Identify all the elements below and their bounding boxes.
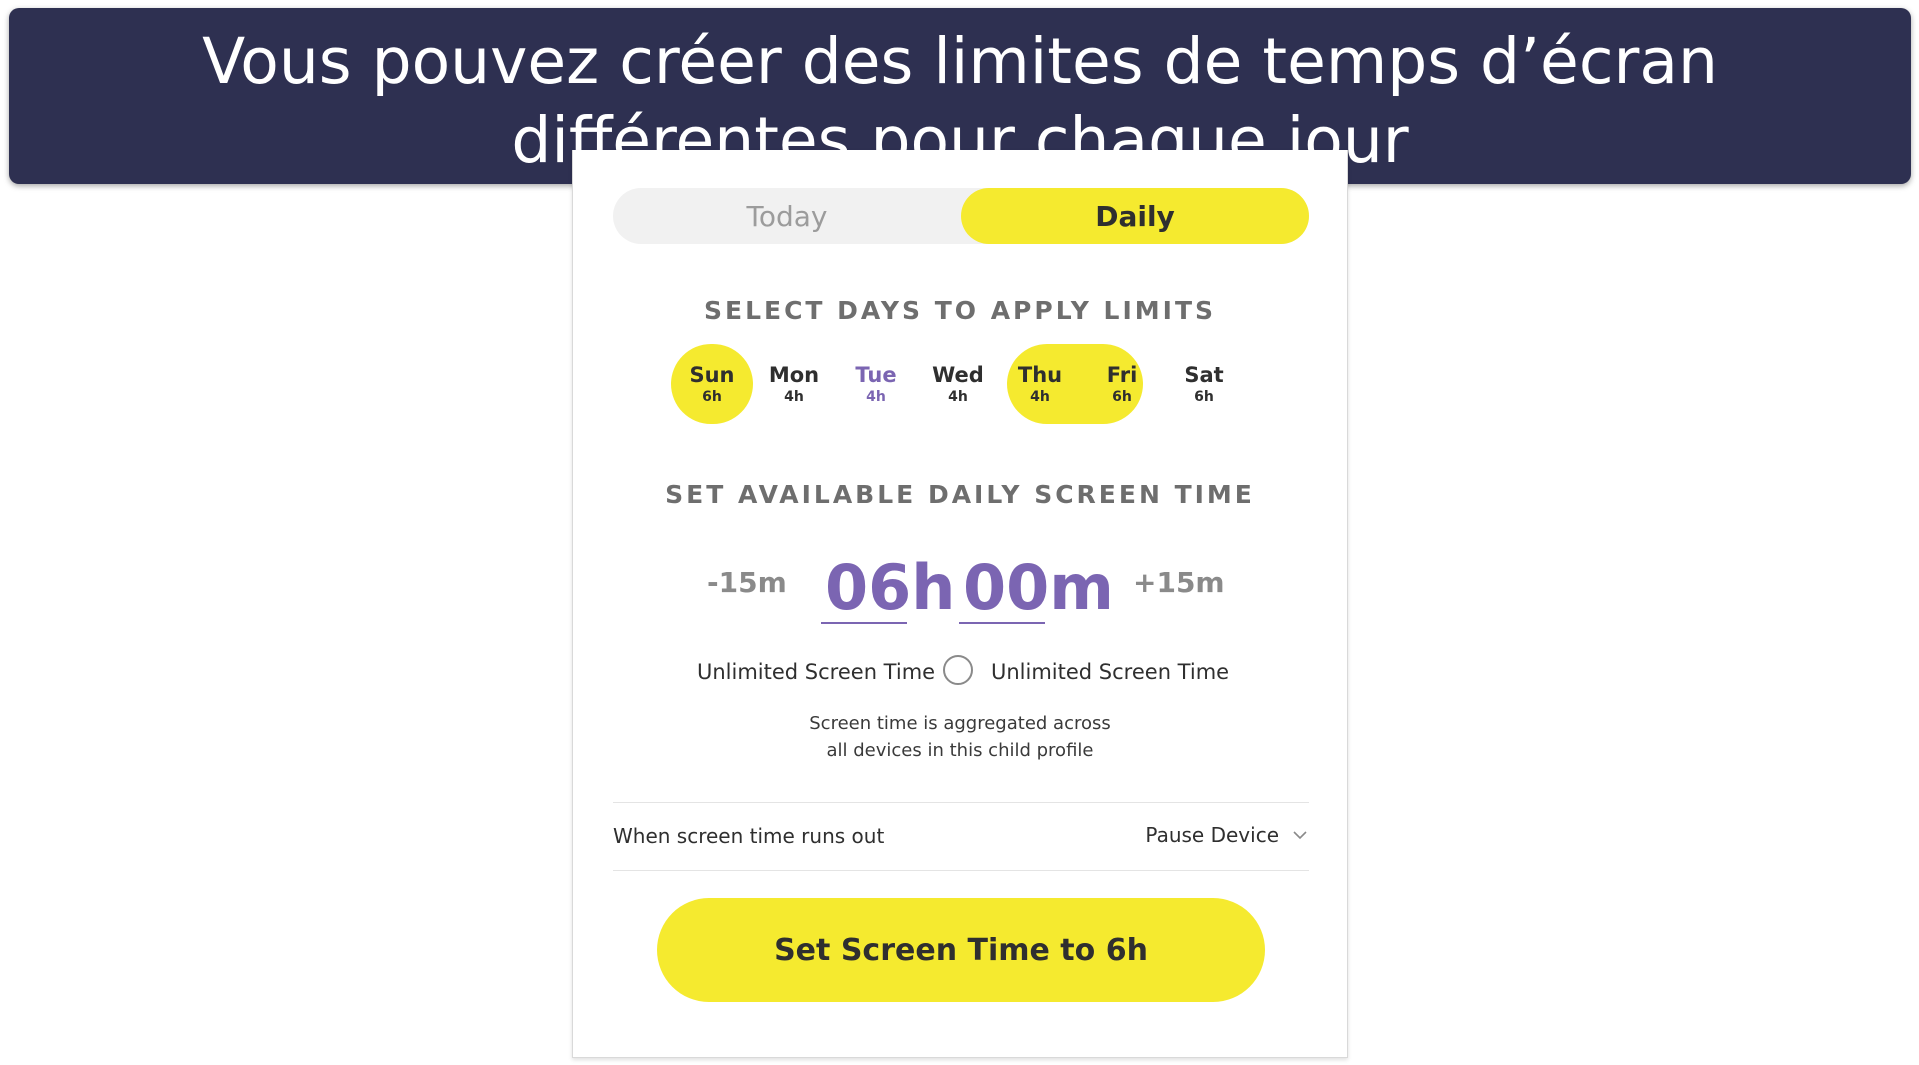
divider-top: [613, 802, 1309, 803]
tab-daily[interactable]: Daily: [961, 188, 1309, 244]
day-name: Fri: [1106, 363, 1138, 387]
caption-line-1: Vous pouvez créer des limites de temps d…: [202, 25, 1718, 98]
day-hours: 4h: [784, 389, 804, 405]
day-hours: 4h: [866, 389, 886, 405]
decrease-15m-button[interactable]: -15m: [707, 566, 787, 599]
day-hours: 6h: [702, 389, 722, 405]
screen-time-card: Today Daily SELECT DAYS TO APPLY LIMITS …: [572, 150, 1348, 1058]
day-name: Sun: [689, 363, 735, 387]
day-sat[interactable]: Sat 6h: [1163, 344, 1245, 424]
day-hours: 4h: [948, 389, 968, 405]
unlimited-label-right: Unlimited Screen Time: [991, 660, 1230, 684]
day-hours: 4h: [1030, 389, 1050, 405]
day-name: Tue: [855, 363, 897, 387]
mode-toggle: Today Daily: [613, 188, 1309, 244]
hours-input[interactable]: 06h: [825, 548, 955, 628]
day-name: Wed: [932, 363, 984, 387]
select-days-title: SELECT DAYS TO APPLY LIMITS: [703, 296, 1217, 325]
day-fri[interactable]: Fri 6h: [1081, 344, 1163, 424]
divider-bottom: [613, 870, 1309, 871]
day-mon[interactable]: Mon 4h: [753, 344, 835, 424]
minutes-input[interactable]: 00m: [963, 548, 1114, 628]
day-sun[interactable]: Sun 6h: [671, 344, 753, 424]
day-name: Thu: [1017, 363, 1063, 387]
runout-label: When screen time runs out: [613, 824, 885, 848]
day-name: Mon: [768, 363, 820, 387]
day-tue[interactable]: Tue 4h: [835, 344, 917, 424]
set-screen-time-button[interactable]: Set Screen Time to 6h: [657, 898, 1265, 1002]
runout-dropdown[interactable]: Pause Device: [1145, 823, 1307, 847]
unlimited-label-left: Unlimited Screen Time: [697, 660, 936, 684]
aggregation-note-line-2: all devices in this child profile: [826, 740, 1094, 761]
daily-time-title: SET AVAILABLE DAILY SCREEN TIME: [665, 480, 1255, 509]
minutes-underline: [959, 622, 1045, 624]
aggregation-note-line-1: Screen time is aggregated across: [809, 713, 1111, 734]
runout-selected-value: Pause Device: [1145, 823, 1279, 847]
day-hours: 6h: [1194, 389, 1214, 405]
day-name: Sat: [1184, 363, 1224, 387]
day-wed[interactable]: Wed 4h: [917, 344, 999, 424]
unlimited-radio[interactable]: [943, 655, 973, 685]
chevron-down-icon: [1293, 831, 1307, 840]
hours-underline: [821, 622, 907, 624]
day-thu[interactable]: Thu 4h: [999, 344, 1081, 424]
increase-15m-button[interactable]: +15m: [1133, 566, 1225, 599]
day-hours: 6h: [1112, 389, 1132, 405]
tab-today[interactable]: Today: [613, 188, 961, 244]
